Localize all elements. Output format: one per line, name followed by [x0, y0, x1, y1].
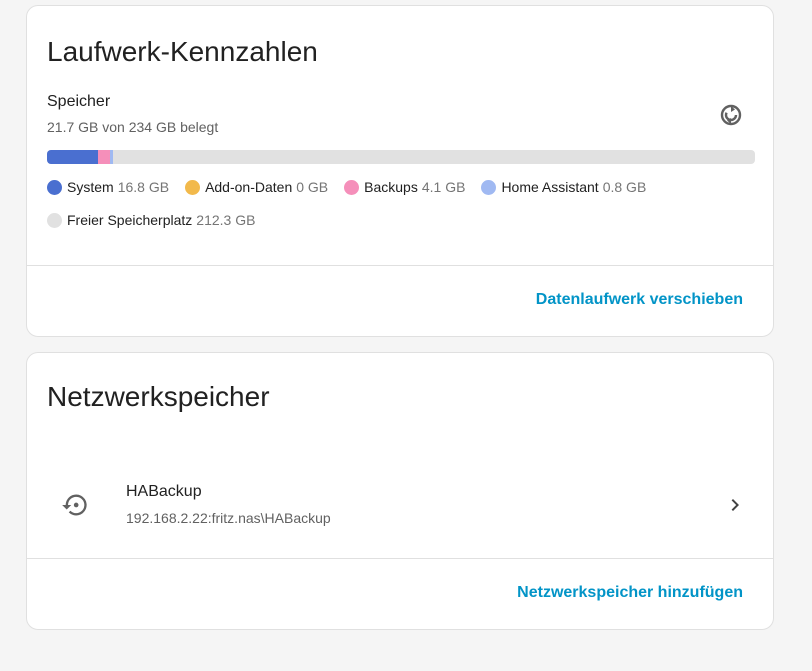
legend-item-home-assistant: Home Assistant 0.8 GB: [481, 179, 646, 195]
legend-item-addon-data: Add-on-Daten 0 GB: [185, 179, 328, 195]
mount-name: HABackup: [126, 483, 202, 500]
network-storage-card: Netzwerkspeicher HABackup 192.168.2.22:f…: [26, 352, 774, 630]
usage-segment-backups: [97, 150, 111, 164]
legend-dot: [47, 179, 62, 195]
add-network-storage-button[interactable]: Netzwerkspeicher hinzufügen: [517, 584, 743, 602]
legend-label: Backups: [364, 179, 418, 195]
move-data-disk-button[interactable]: Datenlaufwerk verschieben: [536, 291, 743, 309]
card-divider: [27, 265, 773, 266]
legend-label: Home Assistant: [501, 179, 599, 195]
legend-value: 0.8 GB: [602, 179, 647, 195]
legend-item-backups: Backups 4.1 GB: [344, 179, 465, 195]
legend-value: 4.1 GB: [421, 179, 466, 195]
usage-segment-home-assistant: [110, 150, 113, 164]
legend-value: 212.3 GB: [196, 212, 256, 228]
storage-summary: 21.7 GB von 234 GB belegt: [47, 119, 219, 135]
backup-restore-icon: [62, 494, 87, 516]
legend-dot: [47, 212, 62, 228]
usage-segment-system: [47, 150, 98, 164]
legend-dot: [185, 179, 201, 195]
card-divider: [27, 558, 773, 559]
legend-value: 0 GB: [296, 179, 329, 195]
storage-heading: Speicher: [47, 93, 111, 110]
network-storage-title: Netzwerkspeicher: [47, 381, 270, 412]
network-mount-item[interactable]: HABackup 192.168.2.22:fritz.nas\HABackup: [27, 463, 773, 543]
legend-label: Freier Speicherplatz: [67, 212, 193, 228]
chevron-right-icon: [731, 499, 739, 511]
legend-label: Add-on-Daten: [205, 179, 293, 195]
legend-item-free-space: Freier Speicherplatz 212.3 GB: [47, 212, 255, 228]
legend-item-system: System 16.8 GB: [47, 179, 169, 195]
disk-metrics-title: Laufwerk-Kennzahlen: [47, 36, 318, 67]
mount-path: 192.168.2.22:fritz.nas\HABackup: [126, 510, 331, 526]
legend-label: System: [67, 179, 114, 195]
disk-metrics-card: Laufwerk-Kennzahlen Speicher 21.7 GB von…: [26, 5, 774, 337]
storage-legend-row-2: Freier Speicherplatz 212.3 GB: [47, 212, 747, 228]
refresh-icon: [720, 104, 742, 126]
storage-legend: System 16.8 GB Add-on-Daten 0 GB Backups…: [47, 179, 747, 195]
refresh-storage-button[interactable]: [717, 101, 745, 129]
storage-usage-bar: [47, 150, 755, 164]
legend-value: 16.8 GB: [117, 179, 170, 195]
legend-dot: [344, 179, 360, 195]
legend-dot: [481, 179, 497, 195]
